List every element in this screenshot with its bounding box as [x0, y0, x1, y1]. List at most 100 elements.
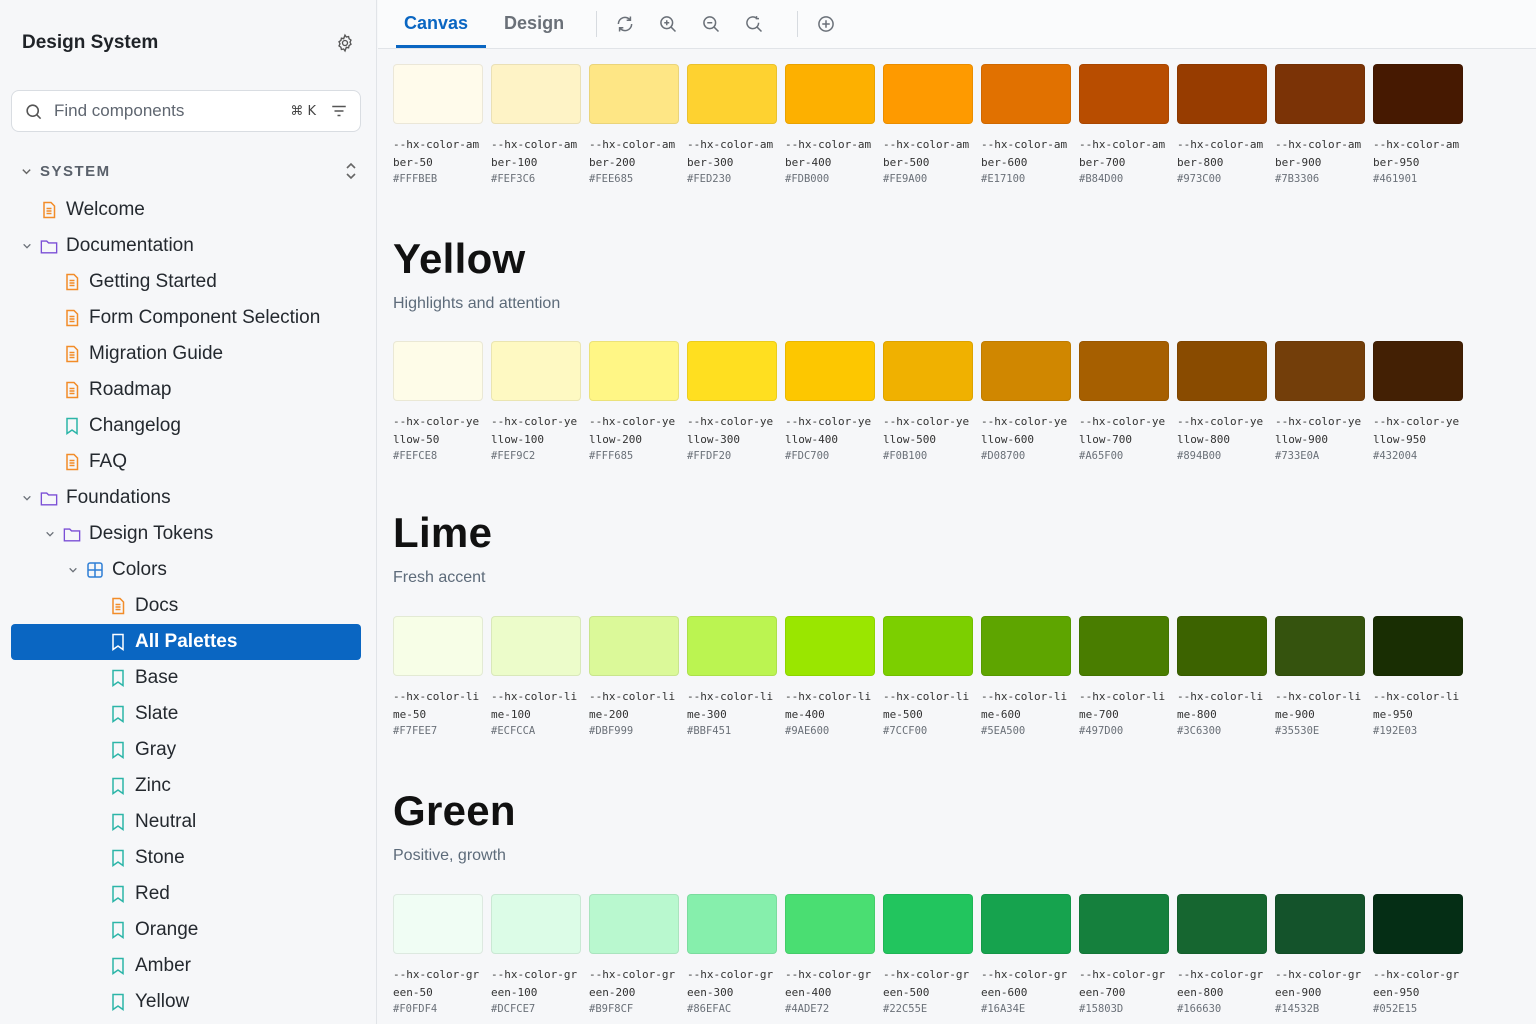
swatch-chip[interactable]	[491, 616, 581, 676]
swatch-chip[interactable]	[1079, 894, 1169, 954]
color-swatch[interactable]: --hx-color-green-900 #14532B	[1275, 894, 1365, 1015]
color-swatch[interactable]: --hx-color-green-100 #DCFCE7	[491, 894, 581, 1015]
color-swatch[interactable]: --hx-color-yellow-800 #894B00	[1177, 341, 1267, 462]
search-box[interactable]: ⌘ K	[11, 90, 361, 132]
swatch-chip[interactable]	[1275, 616, 1365, 676]
swatch-chip[interactable]	[589, 894, 679, 954]
swatch-chip[interactable]	[883, 341, 973, 401]
sidebar-item-migration-guide[interactable]: Migration Guide	[0, 336, 376, 372]
color-swatch[interactable]: --hx-color-amber-700 #B84D00	[1079, 64, 1169, 185]
swatch-chip[interactable]	[589, 616, 679, 676]
swatch-chip[interactable]	[393, 341, 483, 401]
add-icon[interactable]	[812, 0, 840, 48]
color-swatch[interactable]: --hx-color-amber-800 #973C00	[1177, 64, 1267, 185]
color-swatch[interactable]: --hx-color-lime-950 #192E03	[1373, 616, 1463, 737]
swatch-chip[interactable]	[1373, 341, 1463, 401]
swatch-chip[interactable]	[589, 64, 679, 124]
swatch-chip[interactable]	[785, 341, 875, 401]
swatch-chip[interactable]	[687, 616, 777, 676]
search-input[interactable]	[54, 101, 291, 121]
color-swatch[interactable]: --hx-color-lime-600 #5EA500	[981, 616, 1071, 737]
swatch-chip[interactable]	[1079, 616, 1169, 676]
swatch-chip[interactable]	[1079, 341, 1169, 401]
swatch-chip[interactable]	[393, 616, 483, 676]
color-swatch[interactable]: --hx-color-amber-50 #FFFBEB	[393, 64, 483, 185]
sidebar-item-faq[interactable]: FAQ	[0, 444, 376, 480]
color-swatch[interactable]: --hx-color-yellow-300 #FFDF20	[687, 341, 777, 462]
color-swatch[interactable]: --hx-color-amber-400 #FDB000	[785, 64, 875, 185]
chevron-down-icon[interactable]	[66, 565, 80, 575]
swatch-chip[interactable]	[687, 894, 777, 954]
color-swatch[interactable]: --hx-color-lime-300 #BBF451	[687, 616, 777, 737]
sidebar-item-changelog[interactable]: Changelog	[0, 408, 376, 444]
color-swatch[interactable]: --hx-color-green-50 #F0FDF4	[393, 894, 483, 1015]
sidebar-item-documentation[interactable]: Documentation	[0, 228, 376, 264]
swatch-chip[interactable]	[491, 64, 581, 124]
swatch-chip[interactable]	[981, 616, 1071, 676]
sidebar-item-welcome[interactable]: Welcome	[0, 192, 376, 228]
color-swatch[interactable]: --hx-color-green-950 #052E15	[1373, 894, 1463, 1015]
sidebar-item-yellow[interactable]: Yellow	[0, 984, 376, 1020]
sidebar-item-design-tokens[interactable]: Design Tokens	[0, 516, 376, 552]
sidebar-item-getting-started[interactable]: Getting Started	[0, 264, 376, 300]
swatch-chip[interactable]	[981, 894, 1071, 954]
swatch-chip[interactable]	[883, 616, 973, 676]
sidebar-item-colors[interactable]: Colors	[0, 552, 376, 588]
color-swatch[interactable]: --hx-color-lime-800 #3C6300	[1177, 616, 1267, 737]
color-swatch[interactable]: --hx-color-yellow-500 #F0B100	[883, 341, 973, 462]
color-swatch[interactable]: --hx-color-lime-700 #497D00	[1079, 616, 1169, 737]
color-swatch[interactable]: --hx-color-yellow-900 #733E0A	[1275, 341, 1365, 462]
sidebar-item-docs[interactable]: Docs	[0, 588, 376, 624]
swatch-chip[interactable]	[687, 64, 777, 124]
tab-design[interactable]: Design	[486, 0, 582, 48]
swatch-chip[interactable]	[883, 64, 973, 124]
color-swatch[interactable]: --hx-color-lime-50 #F7FEE7	[393, 616, 483, 737]
color-swatch[interactable]: --hx-color-amber-900 #7B3306	[1275, 64, 1365, 185]
color-swatch[interactable]: --hx-color-yellow-50 #FEFCE8	[393, 341, 483, 462]
swatch-chip[interactable]	[589, 341, 679, 401]
color-swatch[interactable]: --hx-color-green-500 #22C55E	[883, 894, 973, 1015]
swatch-chip[interactable]	[1079, 64, 1169, 124]
color-swatch[interactable]: --hx-color-green-700 #15803D	[1079, 894, 1169, 1015]
swatch-chip[interactable]	[1373, 64, 1463, 124]
reset-zoom-icon[interactable]	[740, 0, 768, 48]
color-swatch[interactable]: --hx-color-green-300 #86EFAC	[687, 894, 777, 1015]
sidebar-item-amber[interactable]: Amber	[0, 948, 376, 984]
gear-icon[interactable]	[334, 32, 356, 54]
sidebar-item-stone[interactable]: Stone	[0, 840, 376, 876]
swatch-chip[interactable]	[1177, 64, 1267, 124]
color-swatch[interactable]: --hx-color-green-600 #16A34E	[981, 894, 1071, 1015]
swatch-chip[interactable]	[1177, 894, 1267, 954]
color-swatch[interactable]: --hx-color-yellow-950 #432004	[1373, 341, 1463, 462]
sidebar-item-zinc[interactable]: Zinc	[0, 768, 376, 804]
color-swatch[interactable]: --hx-color-green-400 #4ADE72	[785, 894, 875, 1015]
sidebar-item-orange[interactable]: Orange	[0, 912, 376, 948]
color-swatch[interactable]: --hx-color-yellow-400 #FDC700	[785, 341, 875, 462]
swatch-chip[interactable]	[1275, 341, 1365, 401]
color-swatch[interactable]: --hx-color-green-200 #B9F8CF	[589, 894, 679, 1015]
sidebar-item-roadmap[interactable]: Roadmap	[0, 372, 376, 408]
color-swatch[interactable]: --hx-color-lime-400 #9AE600	[785, 616, 875, 737]
chevron-down-icon[interactable]	[20, 493, 34, 503]
swatch-chip[interactable]	[687, 341, 777, 401]
swatch-chip[interactable]	[785, 616, 875, 676]
color-swatch[interactable]: --hx-color-yellow-700 #A65F00	[1079, 341, 1169, 462]
chevron-down-icon[interactable]	[20, 241, 34, 251]
zoom-in-icon[interactable]	[654, 0, 682, 48]
color-swatch[interactable]: --hx-color-yellow-100 #FEF9C2	[491, 341, 581, 462]
expand-collapse-icon[interactable]	[344, 160, 360, 182]
sidebar-item-foundations[interactable]: Foundations	[0, 480, 376, 516]
color-swatch[interactable]: --hx-color-yellow-200 #FFF685	[589, 341, 679, 462]
sidebar-item-gray[interactable]: Gray	[0, 732, 376, 768]
swatch-chip[interactable]	[981, 64, 1071, 124]
swatch-chip[interactable]	[393, 894, 483, 954]
swatch-chip[interactable]	[1177, 616, 1267, 676]
swatch-chip[interactable]	[981, 341, 1071, 401]
swatch-chip[interactable]	[1177, 341, 1267, 401]
sidebar-item-all-palettes[interactable]: All Palettes	[11, 624, 361, 660]
swatch-chip[interactable]	[785, 894, 875, 954]
tab-canvas[interactable]: Canvas	[386, 0, 487, 48]
color-swatch[interactable]: --hx-color-lime-100 #ECFCCA	[491, 616, 581, 737]
color-swatch[interactable]: --hx-color-lime-200 #DBF999	[589, 616, 679, 737]
color-swatch[interactable]: --hx-color-lime-500 #7CCF00	[883, 616, 973, 737]
